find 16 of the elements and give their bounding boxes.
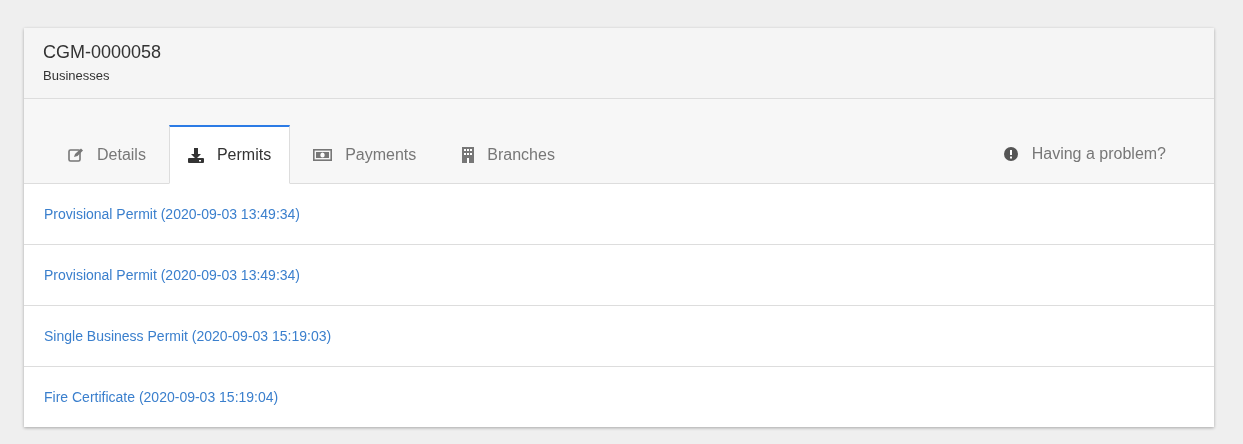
permit-link[interactable]: Provisional Permit (2020-09-03 13:49:34): [44, 206, 301, 222]
tab[interactable]: Permits: [168, 125, 291, 184]
record-title: CGM-0000058: [43, 41, 163, 64]
permit-link[interactable]: Single Business Permit (2020-09-03 15:19:03): [44, 328, 332, 344]
permit-link[interactable]: Fire Certificate (2020-09-03 15:19:04): [44, 389, 279, 405]
exclamation-icon: [1003, 147, 1018, 161]
edit-icon: [68, 148, 84, 162]
help-link[interactable]: Having a problem?: [1003, 125, 1166, 183]
permit-link[interactable]: Provisional Permit (2020-09-03 13:49:34): [44, 267, 301, 283]
tab[interactable]: Branches: [439, 126, 578, 184]
tab[interactable]: Details: [45, 126, 169, 184]
tab[interactable]: Payments: [290, 126, 440, 184]
record-subtitle: Businesses: [43, 68, 111, 83]
banknote-icon: [313, 149, 333, 161]
building-icon: [462, 147, 475, 163]
download-icon: [187, 147, 204, 163]
